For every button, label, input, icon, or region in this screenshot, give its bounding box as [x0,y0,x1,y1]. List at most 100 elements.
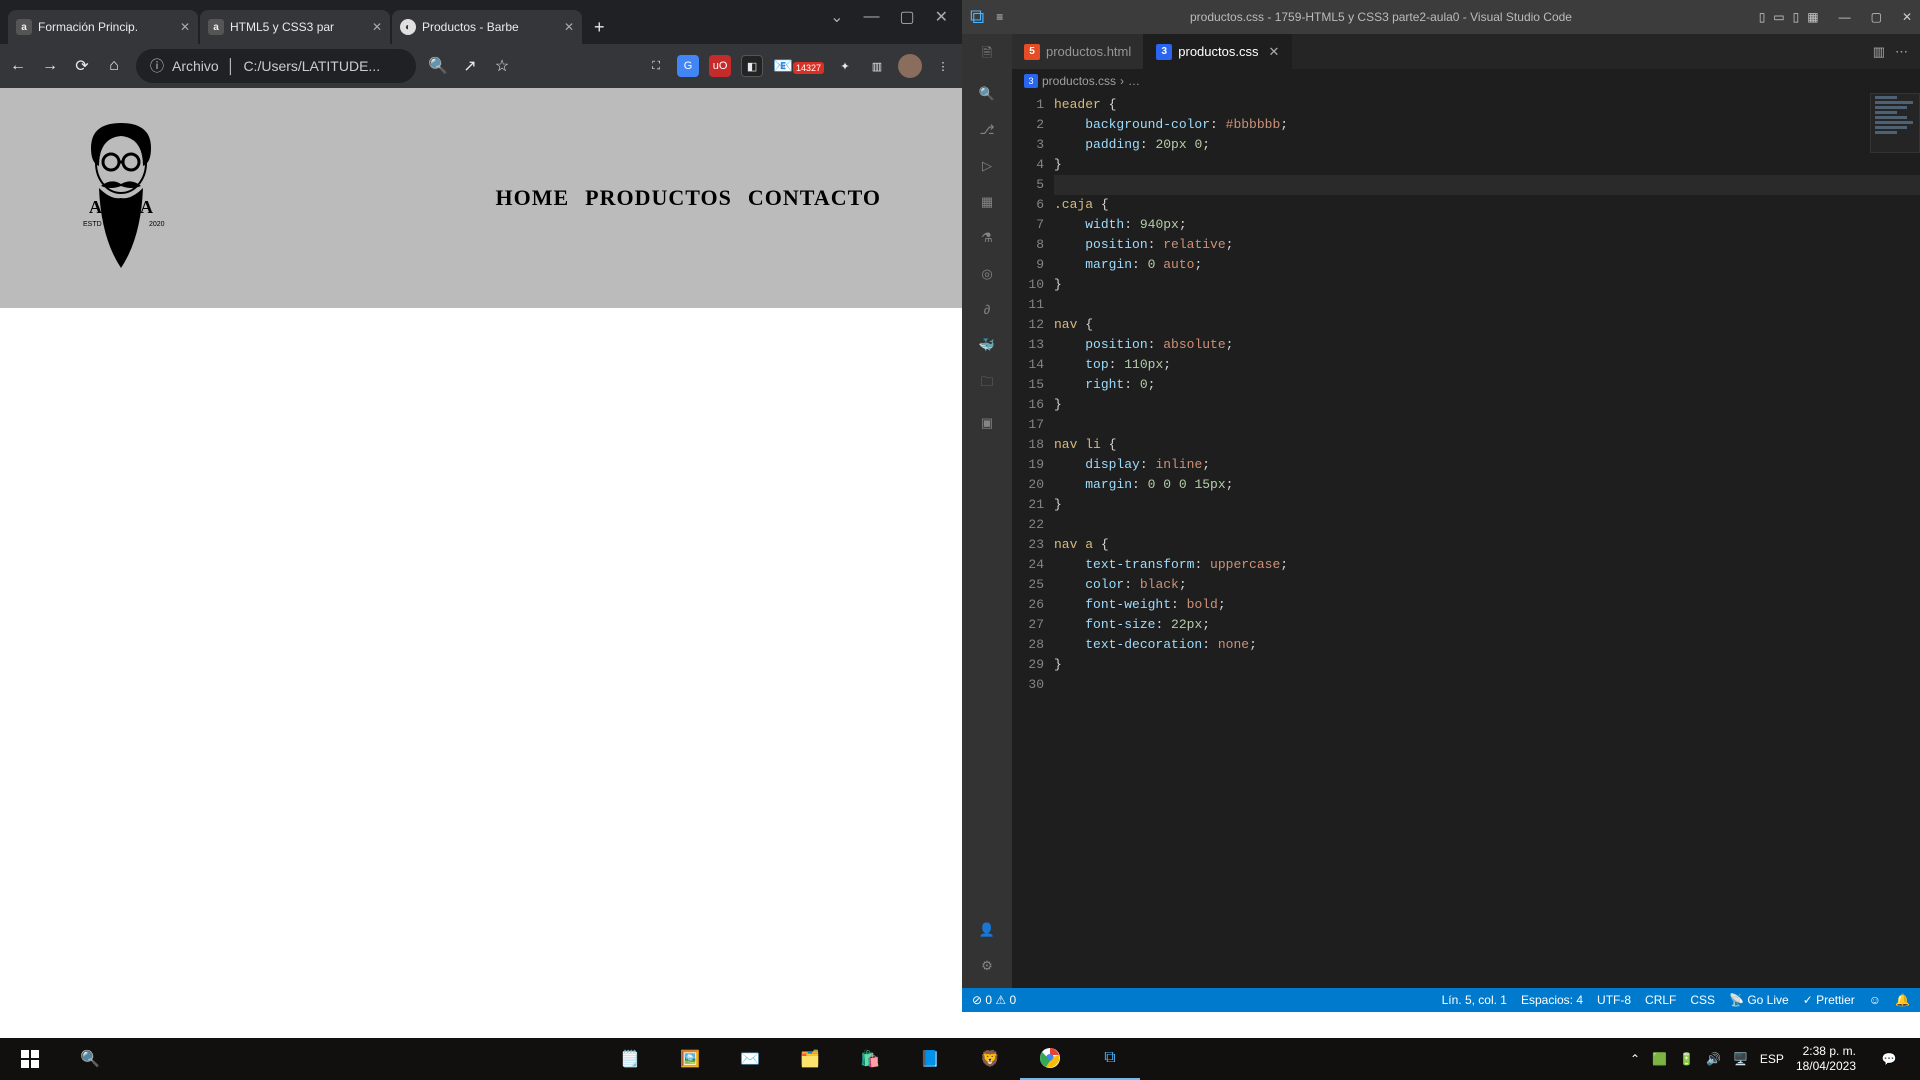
tab-productos-html[interactable]: 5 productos.html [1012,34,1144,69]
close-icon[interactable]: ✕ [935,7,948,27]
minimize-icon[interactable]: — [1839,10,1851,24]
forward-icon[interactable]: → [40,57,60,75]
tray-security-icon[interactable]: 🟩 [1652,1052,1667,1066]
address-bar[interactable]: ⓘ Archivo │ C:/Users/LATITUDE... [136,49,416,83]
layout-left-icon[interactable]: ▯ [1759,10,1766,24]
start-button[interactable] [0,1038,60,1080]
search-icon[interactable]: 🔍 [428,56,448,76]
source-control-icon[interactable]: ⎇ [975,122,999,138]
code-editor[interactable]: 1234567891011121314151617181920212223242… [1012,93,1920,988]
taskbar-app[interactable]: ✉️ [720,1038,780,1080]
status-problems[interactable]: ⊘ 0 ⚠ 0 [972,993,1016,1007]
taskbar-app[interactable]: 📘 [900,1038,960,1080]
status-spaces[interactable]: Espacios: 4 [1521,993,1583,1007]
terminal-icon[interactable]: ▣ [975,415,999,431]
bookmark-icon[interactable]: ☆ [492,56,512,76]
layout-right-icon[interactable]: ▯ [1793,10,1800,24]
vsc-body: 🗎 🔍 ⎇ ▷ ▦ ⚗ ◎ ∂ 🐳 🗀 ▣ 👤 ⚙ 5 productos.ht… [962,34,1920,988]
breadcrumb[interactable]: 3 productos.css › … [1012,69,1920,93]
taskbar-app-vscode[interactable]: ⧉ [1080,1038,1140,1080]
mail-icon[interactable]: 📧14327 [773,56,824,76]
profile-avatar[interactable] [898,54,922,78]
menu-icon[interactable]: ⋮ [932,55,954,77]
maximize-icon[interactable]: ▢ [1871,10,1882,24]
reload-icon[interactable]: ⟳ [72,56,92,76]
account-icon[interactable]: 👤 [975,922,999,938]
home-icon[interactable]: ⌂ [104,57,124,75]
chrome-tab-bar: a Formación Princip. ✕ a HTML5 y CSS3 pa… [0,0,962,44]
extensions-icon[interactable]: ▦ [975,194,999,210]
hamburger-icon[interactable]: ≡ [996,10,1003,24]
chrome-tab-3[interactable]: ◐ Productos - Barbe ✕ [392,10,582,44]
status-position[interactable]: Lín. 5, col. 1 [1442,993,1507,1007]
gear-icon[interactable]: ⚙ [975,958,999,974]
logo-svg: ALURA ESTD 2020 [71,118,171,278]
layout-icons: ▯ ▭ ▯ ▦ [1759,10,1819,24]
live-icon[interactable]: ◎ [975,266,999,282]
status-lang[interactable]: CSS [1690,993,1715,1007]
url-scheme: Archivo [172,58,219,74]
test-icon[interactable]: ⚗ [975,230,999,246]
docker-icon[interactable]: 🐳 [975,337,999,353]
gutter: 1234567891011121314151617181920212223242… [1012,93,1054,988]
status-feedback-icon[interactable]: ☺ [1869,993,1881,1007]
status-bell-icon[interactable]: 🔔 [1895,993,1910,1007]
chrome-window: a Formación Princip. ✕ a HTML5 y CSS3 pa… [0,0,962,1012]
status-encoding[interactable]: UTF-8 [1597,993,1631,1007]
run-icon[interactable]: ▷ [975,158,999,174]
nav-productos[interactable]: PRODUCTOS [585,185,732,211]
folder-icon[interactable]: 🗀 [975,373,999,395]
translate-icon[interactable]: G [677,55,699,77]
taskbar-app[interactable]: 🖼️ [660,1038,720,1080]
tray-battery-icon[interactable]: 🔋 [1679,1052,1694,1066]
taskbar-app[interactable]: 🗂️ [780,1038,840,1080]
tab-productos-css[interactable]: 3 productos.css ✕ [1144,34,1292,69]
maximize-icon[interactable]: ▢ [899,7,914,27]
more-icon[interactable]: ⋯ [1895,44,1908,60]
reader-icon[interactable]: ⛶ [645,55,667,77]
close-icon[interactable]: ✕ [372,20,382,34]
taskbar-app[interactable]: 🗒️ [600,1038,660,1080]
minimize-icon[interactable]: — [863,8,879,26]
close-icon[interactable]: ✕ [564,20,574,34]
tray-volume-icon[interactable]: 🔊 [1706,1052,1721,1066]
status-golive[interactable]: 📡 Go Live [1729,993,1789,1007]
chevron-down-icon[interactable]: ⌄ [830,7,843,27]
close-icon[interactable]: ✕ [1902,10,1912,24]
search-button[interactable]: 🔍 [60,1038,120,1080]
explorer-icon[interactable]: 🗎 [975,44,999,66]
search-icon[interactable]: 🔍 [975,86,999,102]
sidepanel-icon[interactable]: ▥ [866,55,888,77]
html-file-icon: 5 [1024,44,1040,60]
nav-contacto[interactable]: CONTACTO [748,185,881,211]
tray-chevron-icon[interactable]: ⌃ [1630,1052,1640,1066]
page-content: ALURA ESTD 2020 HOME PRODUCTOS CONTACTO [0,88,962,1012]
nav-home[interactable]: HOME [496,185,570,211]
clock[interactable]: 2:38 p. m. 18/04/2023 [1796,1044,1856,1074]
layout-grid-icon[interactable]: ▦ [1807,10,1818,24]
ublock-icon[interactable]: uO [709,55,731,77]
tray-language[interactable]: ESP [1760,1052,1784,1066]
window-title: productos.css - 1759-HTML5 y CSS3 parte2… [1003,10,1758,24]
layout-bottom-icon[interactable]: ▭ [1773,10,1784,24]
close-icon[interactable]: ✕ [180,20,190,34]
chrome-tab-1[interactable]: a Formación Princip. ✕ [8,10,198,44]
split-editor-icon[interactable]: ▥ [1873,44,1885,60]
share-icon[interactable]: ↗ [460,56,480,76]
notifications-icon[interactable]: 💬 [1868,1038,1910,1080]
status-eol[interactable]: CRLF [1645,993,1676,1007]
chrome-tab-2[interactable]: a HTML5 y CSS3 par ✕ [200,10,390,44]
taskbar-app-brave[interactable]: 🦁 [960,1038,1020,1080]
edge-icon[interactable]: ∂ [975,302,999,317]
taskbar-app-chrome[interactable] [1020,1038,1080,1080]
taskbar-app[interactable]: 🛍️ [840,1038,900,1080]
extensions-icon[interactable]: ✦ [834,55,856,77]
extension-icon[interactable]: ◧ [741,55,763,77]
close-icon[interactable]: ✕ [1268,44,1279,60]
new-tab-button[interactable]: + [584,10,615,44]
code-lines[interactable]: header { background-color: #bbbbbb; padd… [1054,93,1920,988]
back-icon[interactable]: ← [8,57,28,75]
status-prettier[interactable]: ✓ Prettier [1803,993,1855,1007]
tray-network-icon[interactable]: 🖥️ [1733,1052,1748,1066]
minimap[interactable] [1870,93,1920,153]
